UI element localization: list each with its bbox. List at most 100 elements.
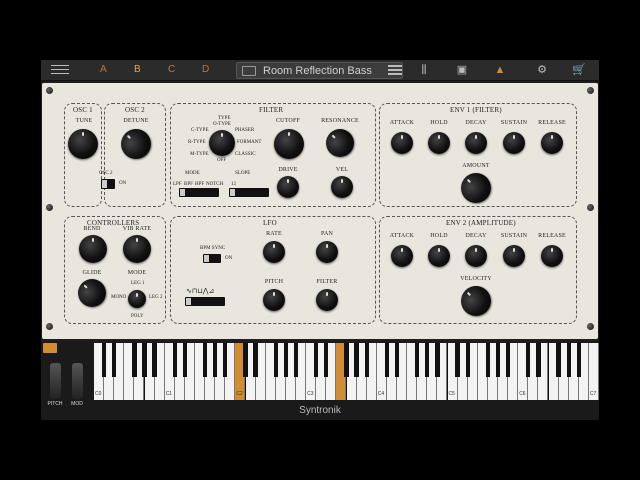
mixer-icon[interactable]: ⫼ [416, 63, 432, 77]
black-key[interactable] [283, 343, 289, 377]
resonance-knob[interactable] [320, 123, 360, 163]
slot-d-button[interactable]: D [202, 64, 209, 75]
black-key[interactable] [364, 343, 369, 377]
black-key[interactable] [556, 343, 561, 377]
shop-cart-icon[interactable]: 🛒 [571, 63, 587, 77]
bend-label: BEND [83, 226, 101, 232]
lfo-filter-knob[interactable] [316, 289, 338, 311]
black-key[interactable] [354, 343, 359, 377]
hamburger-menu-icon[interactable] [51, 65, 69, 76]
black-key[interactable] [566, 343, 571, 377]
settings-gear-icon[interactable]: ⚙ [534, 63, 550, 77]
black-key[interactable] [132, 343, 137, 377]
env1-attack-knob[interactable] [391, 132, 413, 154]
black-key[interactable] [394, 343, 400, 377]
lfo-waveform-icons: ∿⊓⊔⋀⊿ [186, 287, 215, 295]
black-key[interactable] [425, 343, 430, 377]
keyboard-settings-icon[interactable] [43, 343, 57, 353]
env1-sustain-label: SUSTAIN [500, 120, 528, 126]
black-key[interactable] [455, 343, 460, 377]
black-key[interactable] [112, 343, 117, 377]
filter-slope-switch[interactable] [229, 188, 269, 197]
black-key[interactable] [505, 343, 511, 377]
mode-hpf-label: HPF [195, 182, 205, 187]
env2-velocity-knob[interactable] [454, 279, 498, 323]
env2-hold-knob[interactable] [428, 245, 450, 267]
black-key[interactable] [465, 343, 470, 377]
env1-sustain-knob[interactable] [503, 132, 525, 154]
black-key[interactable] [576, 343, 581, 377]
black-key[interactable] [253, 343, 258, 377]
env2-attack-knob[interactable] [391, 245, 413, 267]
env2-decay-knob[interactable] [465, 245, 487, 267]
black-key[interactable] [293, 343, 299, 377]
black-key[interactable] [213, 343, 218, 377]
lfo-pan-knob[interactable] [316, 241, 338, 263]
env2-sustain-knob[interactable] [503, 245, 525, 267]
env2-velocity-label: VELOCITY [460, 276, 492, 282]
black-key[interactable] [273, 343, 278, 377]
mode-lpf-label: LPF [173, 182, 182, 187]
black-key[interactable] [344, 343, 349, 377]
detune-knob[interactable] [114, 122, 158, 166]
vel-knob[interactable] [331, 176, 353, 198]
slot-a-button[interactable]: A [100, 64, 107, 75]
black-key[interactable] [142, 343, 147, 377]
env2-hold-label: HOLD [430, 233, 448, 239]
black-key[interactable] [324, 343, 329, 377]
piano-keyboard[interactable]: C0 C1 C2 C3 C4 C5 C6 C7 [94, 343, 599, 400]
octave-label: C6 [519, 391, 526, 397]
black-key[interactable] [435, 343, 440, 377]
env1-decay-label: DECAY [465, 120, 487, 126]
filter-type-knob[interactable] [209, 130, 235, 156]
type-c-label: C-TYPE [191, 128, 209, 133]
lfo-pan-label: PAN [320, 231, 334, 237]
env1-attack-label: ATTACK [389, 120, 415, 126]
view-icon[interactable]: ▣ [454, 63, 470, 77]
vibrate-knob[interactable] [123, 235, 151, 263]
cutoff-knob[interactable] [274, 129, 304, 159]
mod-wheel[interactable] [72, 363, 83, 399]
mode-label: MODE [185, 171, 200, 176]
glide-knob[interactable] [72, 273, 112, 313]
slot-b-button[interactable]: B [134, 64, 141, 75]
filter-mode-switch[interactable] [179, 188, 219, 197]
lfo-waveform-switch[interactable] [185, 297, 225, 306]
slot-c-button[interactable]: C [168, 64, 175, 75]
mode-knob[interactable] [128, 290, 146, 308]
lfo-rate-knob[interactable] [263, 241, 285, 263]
black-key[interactable] [202, 343, 208, 377]
env1-release-knob[interactable] [541, 132, 563, 154]
tune-knob[interactable] [68, 129, 98, 159]
black-key[interactable] [172, 343, 177, 377]
preset-selector[interactable]: Room Reflection Bass [236, 62, 403, 79]
black-key[interactable] [314, 343, 319, 377]
drive-knob[interactable] [277, 176, 299, 198]
black-key[interactable] [495, 343, 501, 377]
black-key[interactable] [485, 343, 491, 377]
env2-release-knob[interactable] [541, 245, 563, 267]
black-key[interactable] [182, 343, 188, 377]
black-key[interactable] [101, 343, 107, 377]
filter-type-label: TYPE [218, 116, 231, 121]
black-key[interactable] [384, 343, 390, 377]
black-key[interactable] [415, 343, 420, 377]
mode-leg2-label: LEG 2 [149, 295, 163, 300]
black-key[interactable] [536, 343, 541, 377]
preset-list-icon[interactable] [388, 65, 402, 75]
pitch-wheel[interactable] [50, 363, 61, 399]
env1-hold-knob[interactable] [428, 132, 450, 154]
octave-label: C4 [377, 391, 385, 397]
black-key[interactable] [526, 343, 531, 377]
keyboard-view-icon[interactable]: ▲ [492, 63, 508, 77]
env1-decay-knob[interactable] [465, 132, 487, 154]
type-m-label: M-TYPE [190, 152, 209, 157]
bpm-sync-switch[interactable] [203, 254, 221, 263]
lfo-pitch-knob[interactable] [263, 289, 285, 311]
bend-knob[interactable] [79, 235, 107, 263]
black-key[interactable] [152, 343, 157, 377]
black-key[interactable] [243, 343, 248, 377]
env1-amount-knob[interactable] [454, 166, 498, 210]
osc2-switch[interactable] [101, 179, 115, 189]
black-key[interactable] [223, 343, 228, 377]
